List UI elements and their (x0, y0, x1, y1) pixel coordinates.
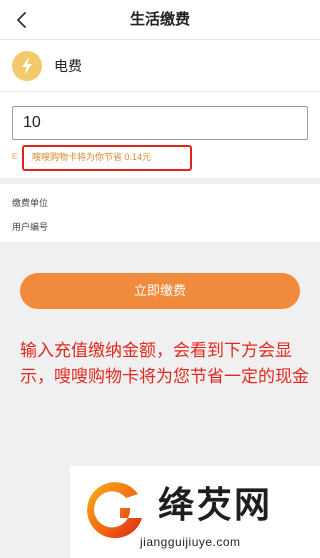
bill-type-label: 电费 (54, 58, 82, 74)
chevron-left-icon[interactable] (8, 6, 36, 34)
watermark-site-name: 绛芡网 (158, 484, 273, 525)
annotation-text: 输入充值缴纳金额，会看到下方会显示，嗖嗖购物卡将为您节省一定的现金 (20, 341, 309, 386)
tip-highlight-box (22, 145, 192, 171)
pay-now-button[interactable]: 立即缴费 (20, 273, 300, 309)
watermark: 绛芡网 jiangguijiuye.com (70, 466, 320, 558)
watermark-url: jiangguijiuye.com (140, 535, 241, 549)
bill-type-row: 电费 (0, 40, 320, 92)
tip-mark: E (12, 152, 18, 161)
payment-info-section: 缴费单位 用户编号 (0, 184, 320, 242)
amount-input[interactable] (12, 106, 308, 140)
payment-unit-label: 缴费单位 (12, 198, 49, 208)
user-id-label: 用户编号 (12, 222, 49, 232)
page-title: 生活缴费 (129, 11, 190, 28)
top-navbar: 生活缴费 (0, 0, 320, 40)
lightning-icon (12, 51, 42, 81)
